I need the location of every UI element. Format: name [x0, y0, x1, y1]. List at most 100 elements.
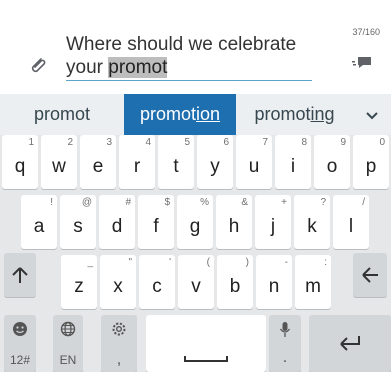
key-label: d: [111, 216, 123, 237]
language-label: EN: [59, 353, 77, 367]
key-u[interactable]: 7u: [236, 135, 272, 189]
suggestion-prefix: promot: [254, 104, 311, 124]
key-label: m: [305, 276, 321, 297]
key-label: u: [248, 156, 260, 177]
key-h[interactable]: & h: [216, 195, 252, 249]
chevron-down-icon: [366, 111, 378, 119]
key-alt-label: !: [50, 197, 53, 208]
backspace-key[interactable]: [353, 253, 387, 297]
message-input[interactable]: Where should we celebrate your promot: [66, 33, 316, 79]
key-i[interactable]: 8i: [275, 135, 311, 189]
input-underline: [66, 80, 312, 81]
key-alt-label: ?: [320, 197, 326, 208]
key-label: x: [113, 276, 123, 297]
key-b[interactable]: ) b: [217, 255, 253, 309]
key-label: h: [228, 216, 240, 237]
key-alt-label: %: [200, 197, 209, 208]
expand-suggestions-button[interactable]: [353, 94, 391, 135]
suggestion-promot[interactable]: promot: [0, 94, 124, 135]
key-label: p: [365, 156, 377, 177]
key-alt-label: :: [324, 257, 327, 268]
key-alt-label: 9: [340, 137, 346, 148]
period-label: .: [282, 349, 288, 366]
key-t[interactable]: 5t: [158, 135, 194, 189]
paperclip-icon[interactable]: [28, 55, 48, 77]
enter-key[interactable]: [309, 315, 391, 372]
key-label: z: [74, 276, 84, 297]
key-label: t: [173, 156, 179, 177]
symbols-key[interactable]: 12#: [4, 315, 36, 372]
key-alt-label: (: [206, 257, 210, 268]
globe-icon: [60, 321, 76, 337]
key-w[interactable]: 2w: [41, 135, 77, 189]
key-label: n: [268, 276, 280, 297]
key-label: i: [290, 156, 296, 177]
key-label: s: [73, 216, 83, 237]
key-s[interactable]: @ s: [60, 195, 96, 249]
key-label: e: [92, 156, 104, 177]
key-q[interactable]: 1q: [2, 135, 38, 189]
key-label: c: [152, 276, 162, 297]
keyboard: 12# EN , . 1q2w3e4r5t6 y 7 u 8 i 9 o 0 p…: [0, 135, 391, 372]
key-label: k: [307, 216, 317, 237]
key-alt-label: -: [284, 257, 288, 268]
emoji-icon: [13, 322, 27, 336]
key-c[interactable]: ' c: [139, 255, 175, 309]
microphone-icon: [279, 322, 291, 337]
space-key[interactable]: [146, 315, 266, 372]
suggestion-promoting[interactable]: promot ing: [236, 94, 353, 135]
key-z[interactable]: _ z: [61, 255, 97, 309]
key-alt-label: 2: [67, 137, 73, 148]
key-label: j: [270, 216, 276, 237]
key-alt-label: 8: [301, 137, 307, 148]
send-icon[interactable]: [352, 55, 372, 69]
key-alt-label: ): [245, 257, 249, 268]
language-key[interactable]: EN: [53, 315, 83, 372]
key-alt-label: ': [169, 257, 171, 268]
composing-word: promot: [108, 57, 168, 78]
key-alt-label: 7: [262, 137, 268, 148]
key-label: q: [14, 156, 26, 177]
suggestion-suffix: ion: [196, 104, 221, 124]
key-p[interactable]: 0p: [353, 135, 389, 189]
key-alt-label: 1: [28, 137, 34, 148]
key-alt-label: #: [125, 197, 131, 208]
key-k[interactable]: ? k: [294, 195, 330, 249]
key-label: a: [33, 216, 45, 237]
key-g[interactable]: % g: [177, 195, 213, 249]
key-label: l: [348, 216, 354, 237]
key-l[interactable]: / l: [333, 195, 369, 249]
key-y[interactable]: 6y: [197, 135, 233, 189]
key-j[interactable]: + j: [255, 195, 291, 249]
key-label: y: [210, 156, 220, 177]
key-r[interactable]: 4r: [119, 135, 155, 189]
message-text: Where should we celebrate your: [66, 34, 297, 78]
suggestion-label: promot: [33, 104, 91, 124]
key-alt-label: +: [281, 197, 287, 208]
key-n[interactable]: -n: [256, 255, 292, 309]
shift-arrow-icon: [12, 267, 28, 283]
key-x[interactable]: " x: [100, 255, 136, 309]
comma-key[interactable]: ,: [101, 315, 137, 372]
shift-key[interactable]: [4, 253, 36, 297]
key-label: f: [153, 216, 159, 237]
key-label: b: [229, 276, 241, 297]
key-f[interactable]: $ f: [138, 195, 174, 249]
key-v[interactable]: (v: [178, 255, 214, 309]
key-o[interactable]: 9o: [314, 135, 350, 189]
suggestion-prefix: promot: [139, 104, 196, 124]
key-label: o: [326, 156, 338, 177]
key-a[interactable]: ! a: [21, 195, 57, 249]
suggestion-promotion[interactable]: promot ion: [124, 94, 236, 135]
key-label: r: [133, 156, 141, 177]
key-alt-label: ": [128, 257, 132, 268]
key-alt-label: 4: [145, 137, 151, 148]
period-key[interactable]: .: [269, 315, 301, 372]
key-d[interactable]: # d: [99, 195, 135, 249]
key-alt-label: 6: [223, 137, 229, 148]
key-alt-label: 5: [184, 137, 190, 148]
key-m[interactable]: :m: [295, 255, 331, 309]
key-alt-label: 0: [379, 137, 385, 148]
key-e[interactable]: 3e: [80, 135, 116, 189]
enter-icon: [340, 336, 360, 351]
